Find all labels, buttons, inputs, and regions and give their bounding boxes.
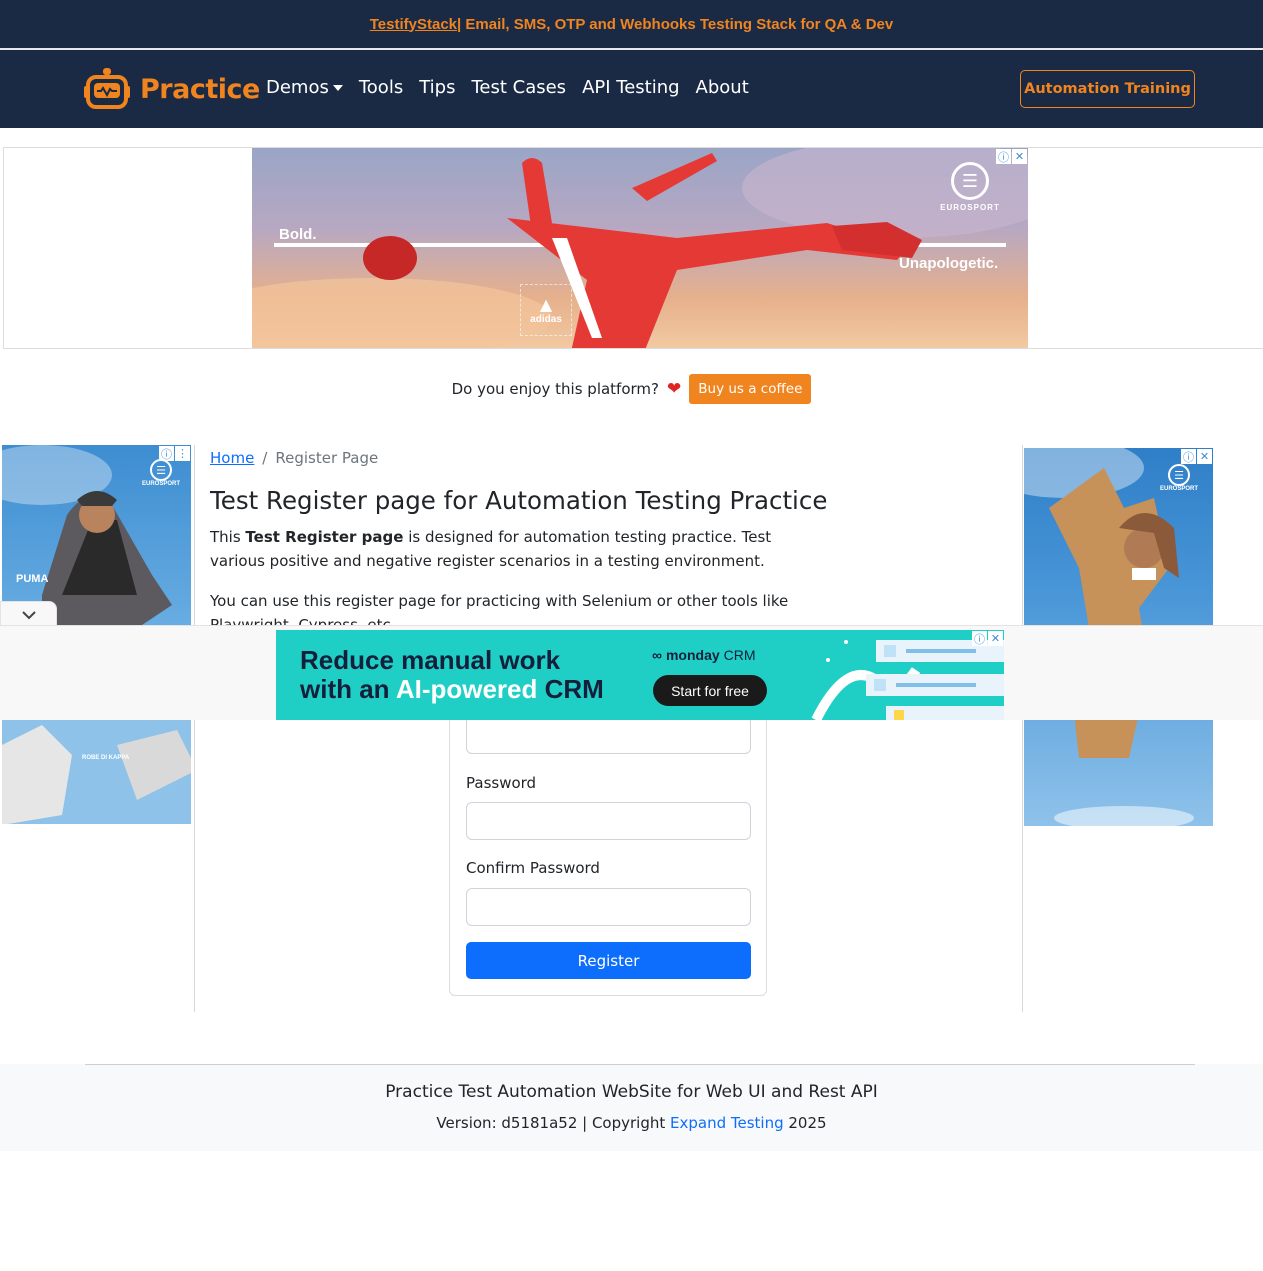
ad-close-icon[interactable]: ✕ xyxy=(988,631,1003,646)
chevron-down-icon xyxy=(21,610,36,619)
monday-icon: ∞ xyxy=(652,647,662,663)
line2-suffix: CRM xyxy=(537,674,604,704)
content-right-border xyxy=(1022,445,1023,1012)
confirm-password-input[interactable] xyxy=(466,888,751,926)
page-title: Test Register page for Automation Testin… xyxy=(210,486,828,515)
ad-close-icon[interactable]: ✕ xyxy=(1197,449,1212,464)
promo-bar: TestifyStack | Email, SMS, OTP and Webho… xyxy=(0,0,1263,48)
nav-links: Demos Tools Tips Test Cases API Testing … xyxy=(266,77,765,98)
anchor-ad-controls: ⓘ ✕ xyxy=(972,631,1003,646)
username-input[interactable] xyxy=(466,716,751,754)
ad-info-icon[interactable]: ⓘ xyxy=(996,149,1011,164)
nav-test-cases[interactable]: Test Cases xyxy=(471,77,566,98)
adidas-label: adidas xyxy=(530,314,562,325)
coffee-question: Do you enjoy this platform? xyxy=(451,380,659,398)
monday-brand: monday xyxy=(665,647,720,663)
adidas-icon: ▲ xyxy=(539,295,553,314)
anchor-ad-banner[interactable]: Reduce manual work with an AI-powered CR… xyxy=(276,630,1004,720)
ad-info-icon[interactable]: ⓘ xyxy=(159,446,174,461)
page-intro-tools: You can use this register page for pract… xyxy=(210,592,789,627)
monday-crm: CRM xyxy=(723,647,756,663)
heart-icon: ❤ xyxy=(667,379,682,399)
automation-training-button[interactable]: Automation Training xyxy=(1020,70,1195,108)
nav-api-testing[interactable]: API Testing xyxy=(582,77,679,98)
promo-text: | Email, SMS, OTP and Webhooks Testing S… xyxy=(457,15,894,33)
footer-year: 2025 xyxy=(783,1114,827,1132)
breadcrumb-current: Register Page xyxy=(275,449,379,467)
start-for-free-button[interactable]: Start for free xyxy=(653,675,767,706)
right-ad-brand: EUROSPORT xyxy=(1160,486,1199,492)
expand-testing-link[interactable]: Expand Testing xyxy=(670,1114,784,1132)
breadcrumb-home-link[interactable]: Home xyxy=(210,449,254,467)
anchor-ad-line2: with an AI-powered CRM xyxy=(300,675,604,704)
eurosport-icon: ☰ xyxy=(150,459,172,481)
robot-logo-icon xyxy=(84,68,130,109)
password-input[interactable] xyxy=(466,802,751,840)
eurosport-icon: ☰ xyxy=(951,162,989,200)
ad-close-icon[interactable]: ✕ xyxy=(1012,149,1027,164)
footer-title: Practice Test Automation WebSite for Web… xyxy=(385,1082,878,1102)
kappa-logo: ROBE DI KAPPA xyxy=(82,755,130,761)
brand-link[interactable]: Practice xyxy=(84,67,260,111)
nav-demos-label: Demos xyxy=(266,77,329,98)
anchor-ad-collapse-toggle[interactable] xyxy=(0,601,57,627)
ad-unapologetic-text: Unapologetic. xyxy=(899,255,999,272)
intro-prefix: This xyxy=(210,528,246,546)
nav-about[interactable]: About xyxy=(696,77,749,98)
footer xyxy=(0,1064,1263,1151)
content-left-border xyxy=(194,445,195,1012)
nav-tips[interactable]: Tips xyxy=(419,77,455,98)
confirm-password-label: Confirm Password xyxy=(466,859,600,877)
left-ad-controls: ⓘ ⋮ xyxy=(159,446,190,461)
ad-artwork xyxy=(252,148,1028,348)
ad-bold-text: Bold. xyxy=(279,226,317,243)
breadcrumb: Home / Register Page xyxy=(210,449,378,467)
buy-coffee-button[interactable]: Buy us a coffee xyxy=(689,374,812,404)
right-ad-controls: ⓘ ✕ xyxy=(1181,449,1212,464)
ad-menu-icon[interactable]: ⋮ xyxy=(175,446,190,461)
footer-divider xyxy=(85,1064,1195,1065)
left-ad-brand: EUROSPORT xyxy=(142,481,181,487)
intro-bold: Test Register page xyxy=(245,528,404,546)
footer-copyright: Version: d5181a52 | Copyright Expand Tes… xyxy=(0,1114,1263,1132)
line2-prefix: with an xyxy=(300,674,396,704)
brand-name: Practice xyxy=(140,73,260,105)
anchor-ad-line1: Reduce manual work xyxy=(300,645,561,675)
adidas-logo: ▲ adidas xyxy=(520,284,572,336)
anchor-ad-headline: Reduce manual work with an AI-powered CR… xyxy=(300,646,604,704)
register-button[interactable]: Register xyxy=(466,942,751,979)
nav-demos[interactable]: Demos xyxy=(266,77,343,98)
navbar: Practice Demos Tools Tips Test Cases API… xyxy=(0,50,1263,128)
ad-info-icon[interactable]: ⓘ xyxy=(972,631,987,646)
eurosport-logo: ☰ EUROSPORT xyxy=(940,162,1000,212)
top-ad-banner[interactable]: Bold. Unapologetic. ☰ EUROSPORT ▲ adidas… xyxy=(252,148,1028,348)
password-label: Password xyxy=(466,774,537,792)
page-intro: This Test Register page is designed for … xyxy=(210,525,810,573)
right-ad-eurosport: ☰ EUROSPORT xyxy=(1160,464,1198,492)
testifystack-link[interactable]: TestifyStack xyxy=(370,16,457,33)
ad-controls: ⓘ ✕ xyxy=(996,149,1027,164)
left-ad-eurosport: ☰ EUROSPORT xyxy=(142,459,180,487)
puma-logo: PUMA xyxy=(16,573,49,585)
nav-tools[interactable]: Tools xyxy=(359,77,403,98)
ad-info-icon[interactable]: ⓘ xyxy=(1181,449,1196,464)
line2-highlight: AI-powered xyxy=(395,674,538,704)
eurosport-icon: ☰ xyxy=(1168,464,1190,486)
anchor-ad-graphic xyxy=(811,640,1004,720)
footer-version: Version: d5181a52 | Copyright xyxy=(436,1114,671,1132)
chevron-down-icon xyxy=(332,84,343,91)
coffee-row: Do you enjoy this platform? ❤ Buy us a c… xyxy=(0,373,1263,405)
breadcrumb-separator: / xyxy=(262,449,268,467)
monday-logo: ∞ monday CRM xyxy=(652,647,756,663)
eurosport-label: EUROSPORT xyxy=(940,203,1000,212)
